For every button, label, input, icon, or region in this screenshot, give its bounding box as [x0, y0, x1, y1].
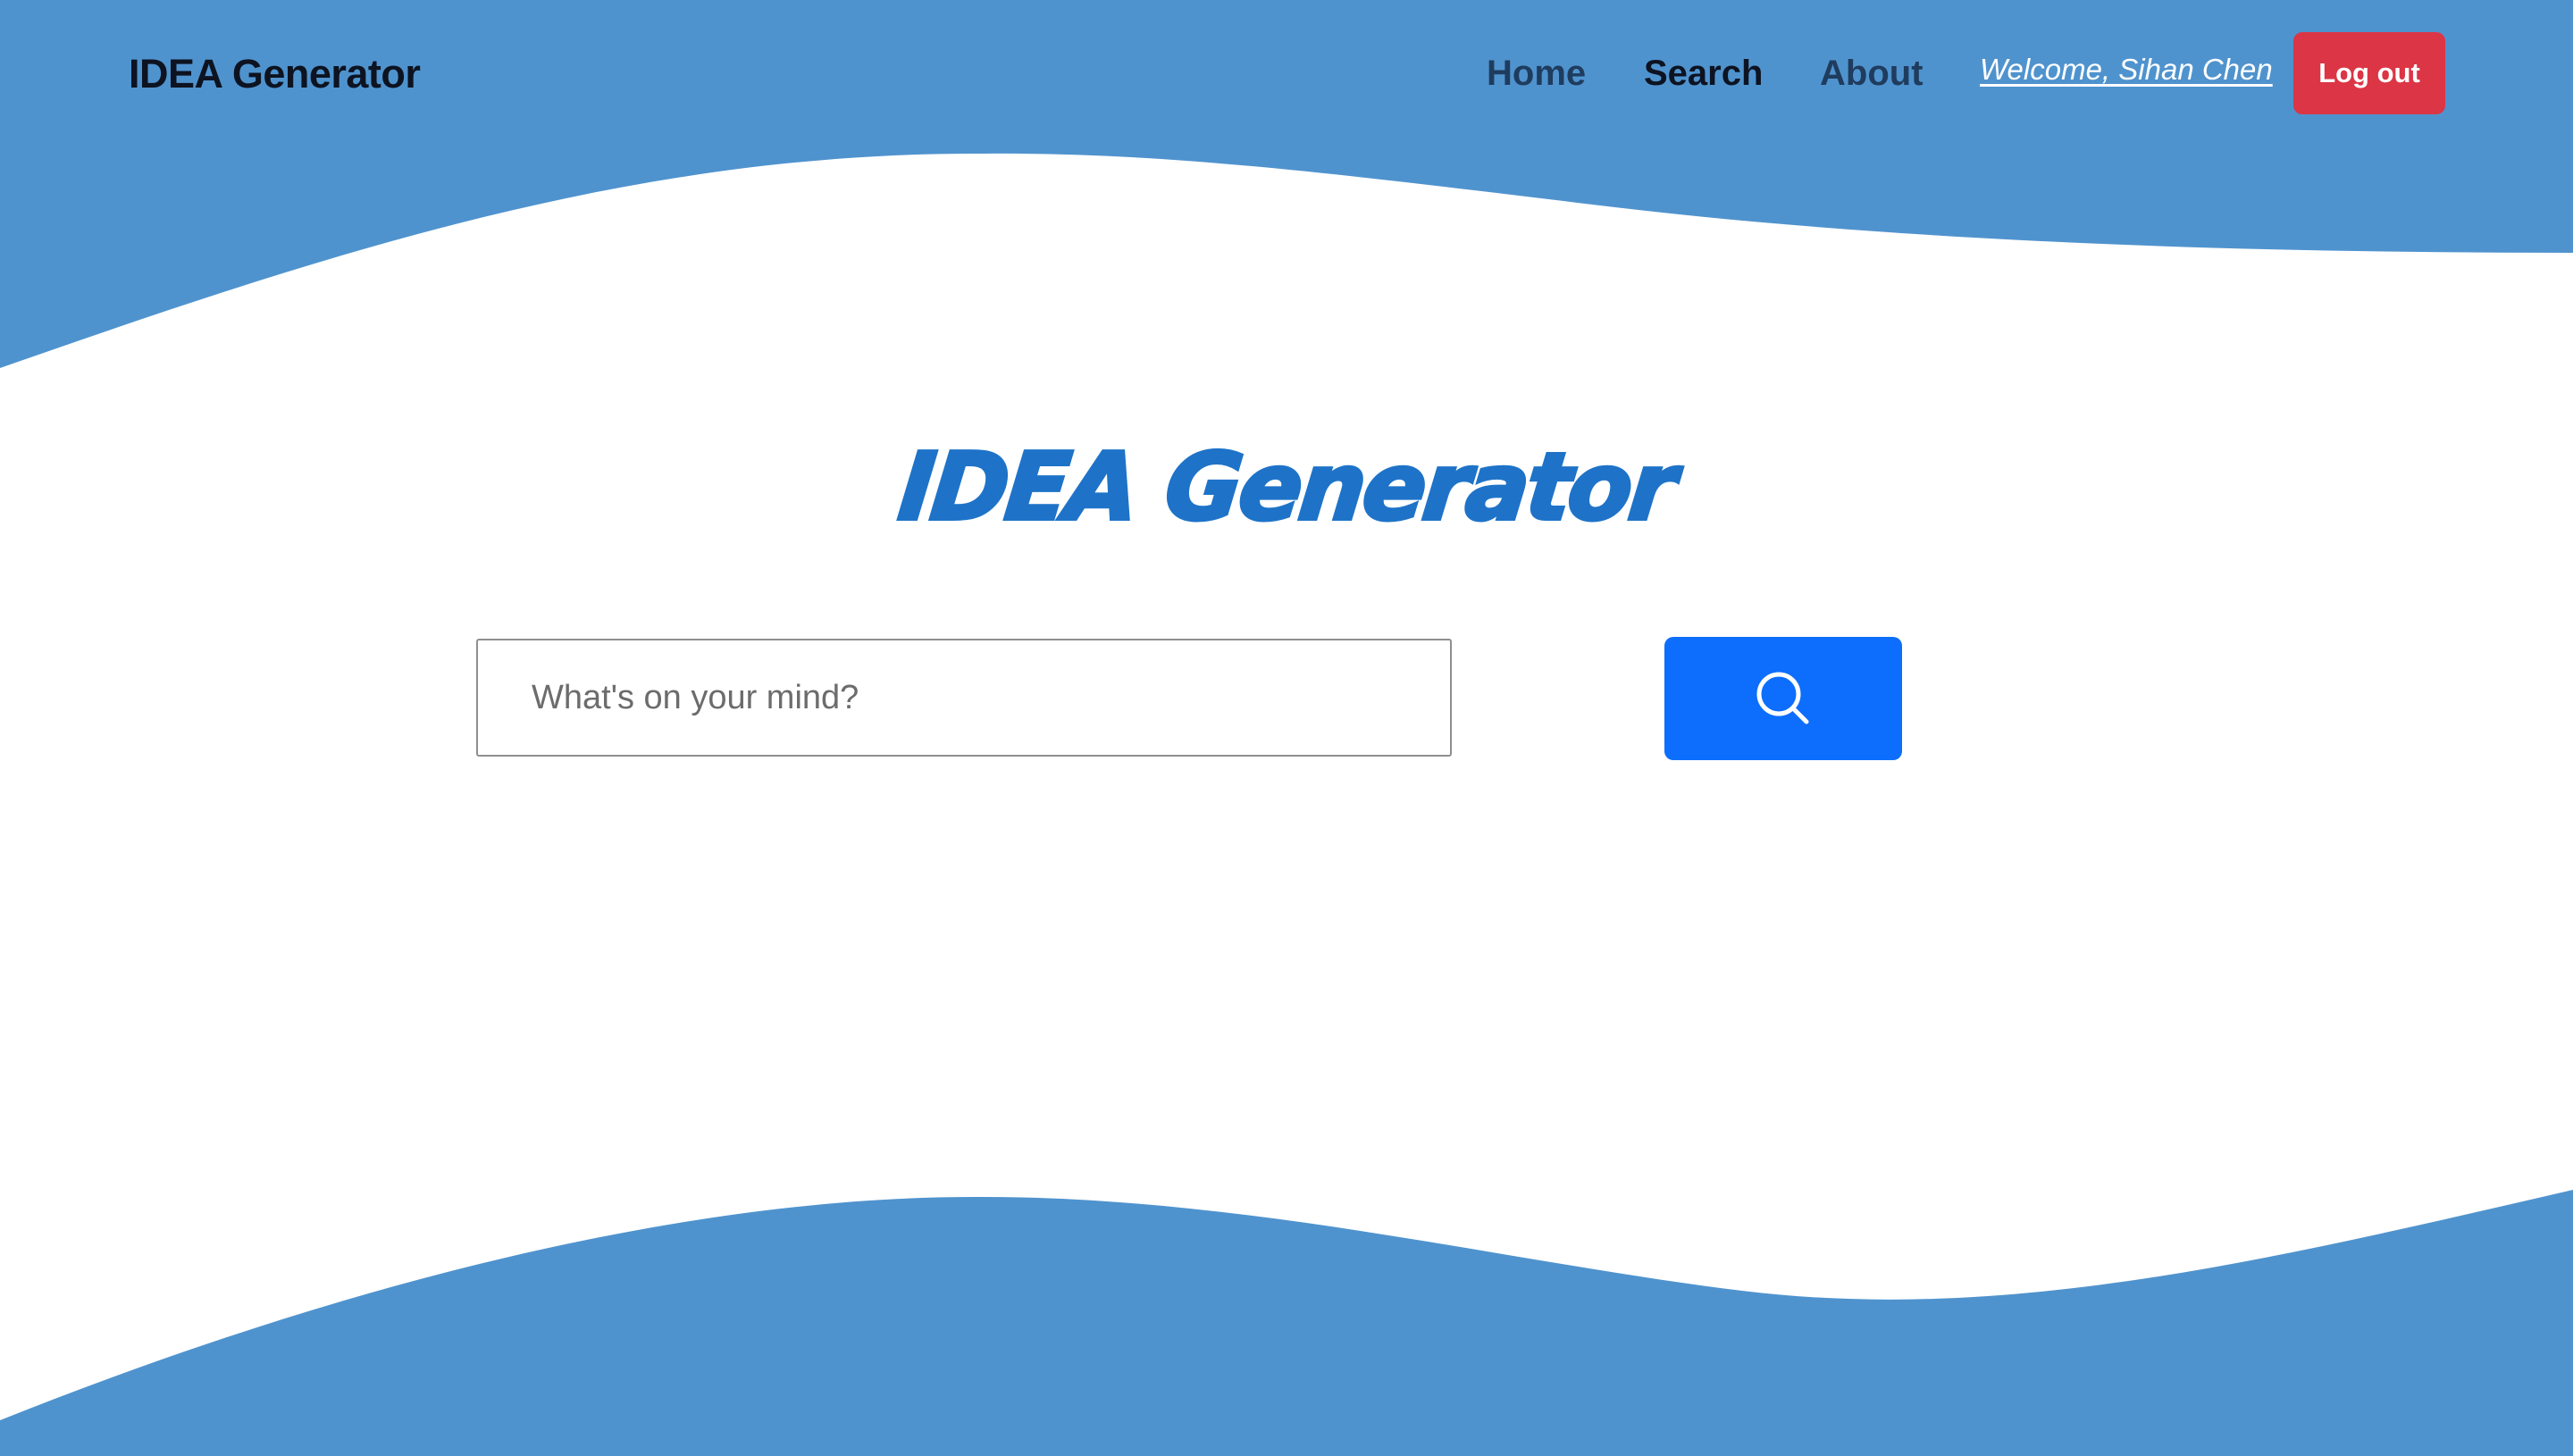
search-input[interactable] — [476, 639, 1452, 757]
navbar-brand[interactable]: IDEA Generator — [129, 48, 421, 100]
search-icon — [1756, 672, 1809, 724]
nav-link-search[interactable]: Search — [1644, 50, 1763, 96]
nav-link-home[interactable]: Home — [1487, 50, 1586, 96]
bottom-wave-background — [0, 1190, 2573, 1456]
page-title: IDEA Generator — [893, 431, 1680, 543]
search-button[interactable] — [1664, 637, 1902, 760]
nav-link-about[interactable]: About — [1820, 50, 1923, 96]
logout-button[interactable]: Log out — [2293, 32, 2445, 114]
top-navbar: IDEA Generator Home Search About Welcome… — [0, 0, 2573, 147]
welcome-user-link[interactable]: Welcome, Sihan Chen — [1980, 51, 2273, 88]
